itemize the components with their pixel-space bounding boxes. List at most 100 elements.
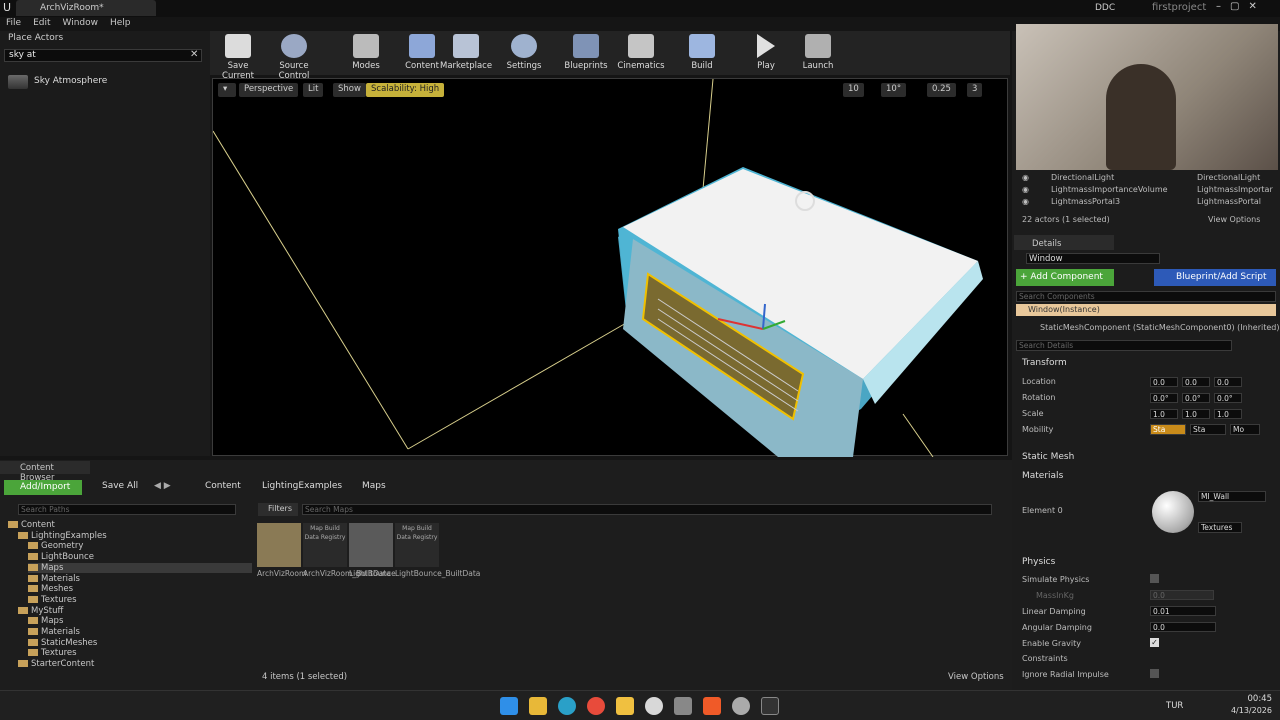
ignore-radial-checkbox[interactable] xyxy=(1150,669,1159,678)
add-import-button[interactable]: Add/Import xyxy=(4,480,82,495)
linear-damping-input[interactable]: 0.01 xyxy=(1150,606,1216,616)
location-x[interactable]: 0.0 xyxy=(1150,377,1178,387)
content-view-options[interactable]: View Options xyxy=(948,672,1004,682)
ddc-indicator[interactable]: DDC xyxy=(1095,3,1115,13)
clear-search-icon[interactable]: ✕ xyxy=(190,49,198,60)
menu-edit[interactable]: Edit xyxy=(27,17,56,29)
mobility-movable-button[interactable]: Mo xyxy=(1230,424,1260,435)
rotation-label[interactable]: Rotation xyxy=(1022,393,1055,402)
folder-item[interactable]: Materials xyxy=(28,574,80,584)
scale-x[interactable]: 1.0 xyxy=(1150,409,1178,419)
rotation-snap-value[interactable]: 10° xyxy=(881,83,907,97)
location-label[interactable]: Location xyxy=(1022,377,1056,386)
folder-item[interactable]: Maps xyxy=(28,616,63,626)
window-controls[interactable]: –▢✕ xyxy=(1216,1,1266,12)
component-row[interactable]: StaticMeshComponent (StaticMeshComponent… xyxy=(1040,323,1280,332)
edge-icon[interactable] xyxy=(558,697,576,715)
perspective-button[interactable]: Perspective xyxy=(239,83,299,97)
place-actors-title[interactable]: Place Actors xyxy=(8,33,63,43)
folder-item[interactable]: LightingExamples xyxy=(18,531,107,541)
launch-button[interactable]: Launch xyxy=(792,34,844,71)
search-maps-input[interactable]: Search Maps xyxy=(302,504,992,515)
outliner-row[interactable]: ◉ LightmassPortal3 LightmassPortal xyxy=(1022,197,1272,206)
clock-time[interactable]: 00:45 xyxy=(1228,694,1273,704)
menu-window[interactable]: Window xyxy=(57,17,105,29)
filters-button[interactable]: Filters xyxy=(258,503,298,516)
scale-label[interactable]: Scale xyxy=(1022,409,1044,418)
material-select[interactable]: MI_Wall xyxy=(1198,491,1266,502)
folder-item[interactable]: Content xyxy=(8,520,55,530)
app-icon[interactable] xyxy=(732,697,750,715)
level-viewport[interactable]: ▾ Perspective Lit Show Scalability: High… xyxy=(212,78,1008,457)
search-details-input[interactable]: Search Details xyxy=(1016,340,1232,351)
viewport-options-button[interactable]: ▾ xyxy=(218,83,236,97)
breadcrumb-maps[interactable]: Maps xyxy=(362,481,386,491)
save-all-button[interactable]: Save All xyxy=(102,481,138,491)
outliner-view-options[interactable]: View Options xyxy=(1208,215,1260,224)
blueprint-add-script-button[interactable]: Blueprint/Add Script xyxy=(1154,269,1276,286)
angular-damping-input[interactable]: 0.0 xyxy=(1150,622,1216,632)
app-icon[interactable] xyxy=(645,697,663,715)
modes-button[interactable]: Modes xyxy=(340,34,392,71)
folder-item[interactable]: Materials xyxy=(28,627,80,637)
folder-item[interactable]: Maps xyxy=(28,562,252,573)
search-paths-input[interactable]: Search Paths xyxy=(18,504,236,515)
scale-y[interactable]: 1.0 xyxy=(1182,409,1210,419)
simulate-physics-checkbox[interactable] xyxy=(1150,574,1159,583)
breadcrumb-lightingexamples[interactable]: LightingExamples xyxy=(262,481,342,491)
play-button[interactable]: Play xyxy=(740,34,792,71)
asset-tile[interactable]: ArchVizRoom xyxy=(257,523,306,578)
folder-item[interactable]: MyStuff xyxy=(18,606,63,616)
source-control-button[interactable]: Source Control xyxy=(268,34,320,81)
level-tab[interactable]: ArchVizRoom* xyxy=(16,0,156,16)
unreal-engine-icon[interactable] xyxy=(761,697,779,715)
rotation-z[interactable]: 0.0° xyxy=(1214,393,1242,403)
asset-tile[interactable]: Map Build Data Registry ArchVizRoom_Built… xyxy=(303,523,391,578)
history-nav-icon[interactable]: ◀ ▶ xyxy=(154,481,171,491)
app-icon[interactable] xyxy=(674,697,692,715)
folder-item[interactable]: Geometry xyxy=(28,541,83,551)
physics-section[interactable]: Physics xyxy=(1022,557,1055,567)
cinematics-button[interactable]: Cinematics xyxy=(615,34,667,71)
search-components-input[interactable]: Search Components xyxy=(1016,291,1276,302)
lit-button[interactable]: Lit xyxy=(303,83,324,97)
breadcrumb-content[interactable]: Content xyxy=(205,481,241,491)
add-component-button[interactable]: + Add Component xyxy=(1016,269,1114,286)
mass-input[interactable]: 0.0 xyxy=(1150,590,1214,600)
scalability-badge[interactable]: Scalability: High xyxy=(366,83,445,97)
folder-item[interactable]: Meshes xyxy=(28,584,73,594)
menu-help[interactable]: Help xyxy=(104,17,137,29)
camera-speed-value[interactable]: 3 xyxy=(967,83,983,97)
folder-item[interactable]: StarterContent xyxy=(18,659,94,669)
sky-atmosphere-item[interactable]: Sky Atmosphere xyxy=(6,73,206,91)
clock-date[interactable]: 4/13/2026 xyxy=(1222,706,1272,715)
folder-item[interactable]: LightBounce xyxy=(28,552,94,562)
folder-item[interactable]: Textures xyxy=(28,595,77,605)
details-tab[interactable]: Details xyxy=(1014,235,1114,250)
location-y[interactable]: 0.0 xyxy=(1182,377,1210,387)
rotation-x[interactable]: 0.0° xyxy=(1150,393,1178,403)
grid-snap-value[interactable]: 10 xyxy=(843,83,864,97)
folder-item[interactable]: StaticMeshes xyxy=(28,638,97,648)
transform-section[interactable]: Transform xyxy=(1022,358,1067,368)
file-explorer-icon[interactable] xyxy=(529,697,547,715)
build-button[interactable]: Build xyxy=(676,34,728,71)
materials-section[interactable]: Materials xyxy=(1022,471,1063,481)
asset-tile[interactable]: LightBounce xyxy=(349,523,396,578)
enable-gravity-checkbox[interactable]: ✓ xyxy=(1150,638,1159,647)
place-actors-search-input[interactable]: sky at xyxy=(4,49,202,62)
app-icon[interactable] xyxy=(616,697,634,715)
scale-z[interactable]: 1.0 xyxy=(1214,409,1242,419)
outliner-row[interactable]: ◉ LightmassImportanceVolume LightmassImpor… xyxy=(1022,185,1273,194)
language-indicator[interactable]: TUR xyxy=(1166,701,1183,711)
asset-tile[interactable]: Map Build Data Registry LightBounce_Built… xyxy=(395,523,480,578)
actor-name-input[interactable]: Window xyxy=(1026,253,1160,264)
outliner-row[interactable]: ◉ DirectionalLight DirectionalLight xyxy=(1022,173,1272,182)
settings-button[interactable]: Settings xyxy=(498,34,550,71)
location-z[interactable]: 0.0 xyxy=(1214,377,1242,387)
windows-start-icon[interactable] xyxy=(500,697,518,715)
menu-file[interactable]: File xyxy=(0,17,27,29)
scale-snap-value[interactable]: 0.25 xyxy=(927,83,956,97)
instance-row[interactable]: Window(Instance) xyxy=(1016,304,1276,316)
chrome-icon[interactable] xyxy=(587,697,605,715)
